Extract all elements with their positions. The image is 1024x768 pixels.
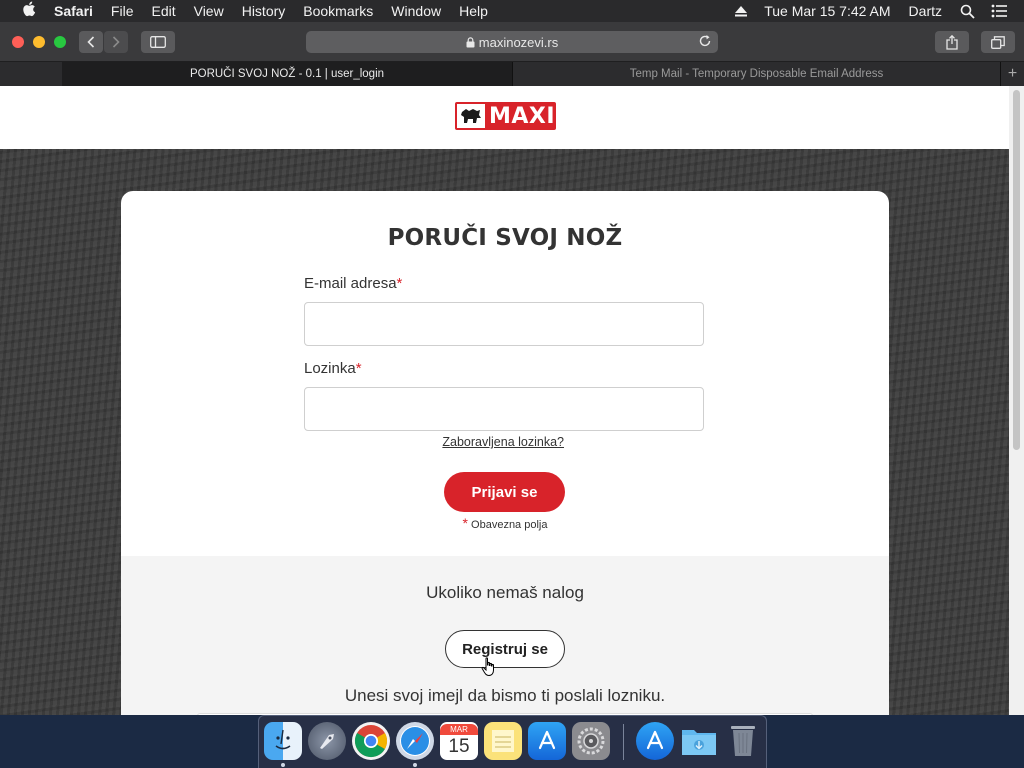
downloads-folder-icon[interactable] [680,722,718,760]
page-title: PORUČI SVOJ NOŽ [387,225,623,251]
apple-menu-icon[interactable] [18,1,40,21]
dock-separator [623,724,624,760]
user-name[interactable]: Dartz [909,3,942,19]
menu-bookmarks[interactable]: Bookmarks [303,3,373,19]
dock: MAR 15 [258,715,767,768]
register-section: Ukoliko nemaš nalog Registruj se Unesi s… [121,556,889,715]
required-marker: * [462,515,468,531]
maxi-logo[interactable]: MAXI [455,102,556,130]
new-tab-button[interactable]: + [1000,62,1024,86]
safari-icon[interactable] [396,722,434,760]
menu-help[interactable]: Help [459,3,488,19]
sidebar-icon [150,36,166,48]
tab-temp-mail[interactable]: Temp Mail - Temporary Disposable Email A… [512,62,1000,86]
clock[interactable]: Tue Mar 15 7:42 AM [764,3,890,19]
required-marker: * [355,360,362,377]
tab-bar: PORUČI SVOJ NOŽ - 0.1 | user_login Temp … [0,62,1024,86]
register-button[interactable]: Registruj se [445,630,565,668]
tab-overview-button[interactable] [981,31,1015,53]
web-page: MAXI PORUČI SVOJ NOŽ E-mail adresa* Lozi… [0,86,1009,715]
launchpad-icon[interactable] [308,722,346,760]
chrome-icon[interactable] [352,722,390,760]
lock-icon [466,36,475,47]
close-window-button[interactable] [12,36,24,48]
menu-file[interactable]: File [111,3,134,19]
site-header: MAXI [0,86,1009,149]
url-text: maxinozevi.rs [478,34,559,50]
chevron-right-icon [112,36,120,48]
calendar-month: MAR [440,723,478,735]
reload-icon[interactable] [698,34,712,48]
logo-text: MAXI [489,103,556,129]
finder-icon[interactable] [264,722,302,760]
forgot-password-link[interactable]: Zaboravljena lozinka? [304,435,704,449]
running-indicator [413,763,417,767]
share-icon [946,34,958,50]
calendar-day: 15 [448,735,470,757]
sidebar-toggle-button[interactable] [141,31,175,53]
login-card: PORUČI SVOJ NOŽ E-mail adresa* Lozinka* … [121,191,889,715]
browser-toolbar: maxinozevi.rs [0,22,1024,62]
password-label: Lozinka* [304,360,362,377]
required-marker: * [396,275,403,292]
back-button[interactable] [79,31,103,53]
page-scrollbar[interactable] [1009,86,1024,715]
menu-bar: Safari File Edit View History Bookmarks … [0,0,1024,22]
app-store-download-icon[interactable] [636,722,674,760]
menu-view[interactable]: View [194,3,224,19]
reset-hint-text: Unesi svoj imejl da bismo ti poslali loz… [344,686,666,705]
zoom-window-button[interactable] [54,36,66,48]
eject-icon[interactable] [734,5,748,17]
menu-edit[interactable]: Edit [151,3,175,19]
chevron-left-icon [87,36,95,48]
menu-history[interactable]: History [242,3,286,19]
menu-app-name[interactable]: Safari [54,3,93,19]
email-label: E-mail adresa* [304,275,403,292]
notes-icon[interactable] [484,722,522,760]
running-indicator [281,763,285,767]
share-button[interactable] [935,31,969,53]
tab-user-login[interactable]: PORUČI SVOJ NOŽ - 0.1 | user_login [62,62,512,86]
scrollbar-thumb[interactable] [1013,90,1020,450]
forward-button[interactable] [104,31,128,53]
login-button[interactable]: Prijavi se [444,472,565,512]
system-preferences-icon[interactable] [572,722,610,760]
app-store-icon[interactable] [528,722,566,760]
no-account-text: Ukoliko nemaš nalog [426,583,584,602]
hand-cursor-icon [481,657,494,677]
email-field[interactable] [304,302,704,346]
trash-icon[interactable] [724,722,762,760]
required-fields-note: * Obavezna polja [462,515,548,531]
lion-icon [457,104,485,128]
spotlight-search-icon[interactable] [960,4,975,19]
password-field[interactable] [304,387,704,431]
tabs-icon [991,35,1005,49]
notification-center-icon[interactable] [991,4,1008,18]
address-bar[interactable]: maxinozevi.rs [306,31,718,53]
calendar-icon[interactable]: MAR 15 [440,722,478,760]
menu-window[interactable]: Window [391,3,441,19]
minimize-window-button[interactable] [33,36,45,48]
